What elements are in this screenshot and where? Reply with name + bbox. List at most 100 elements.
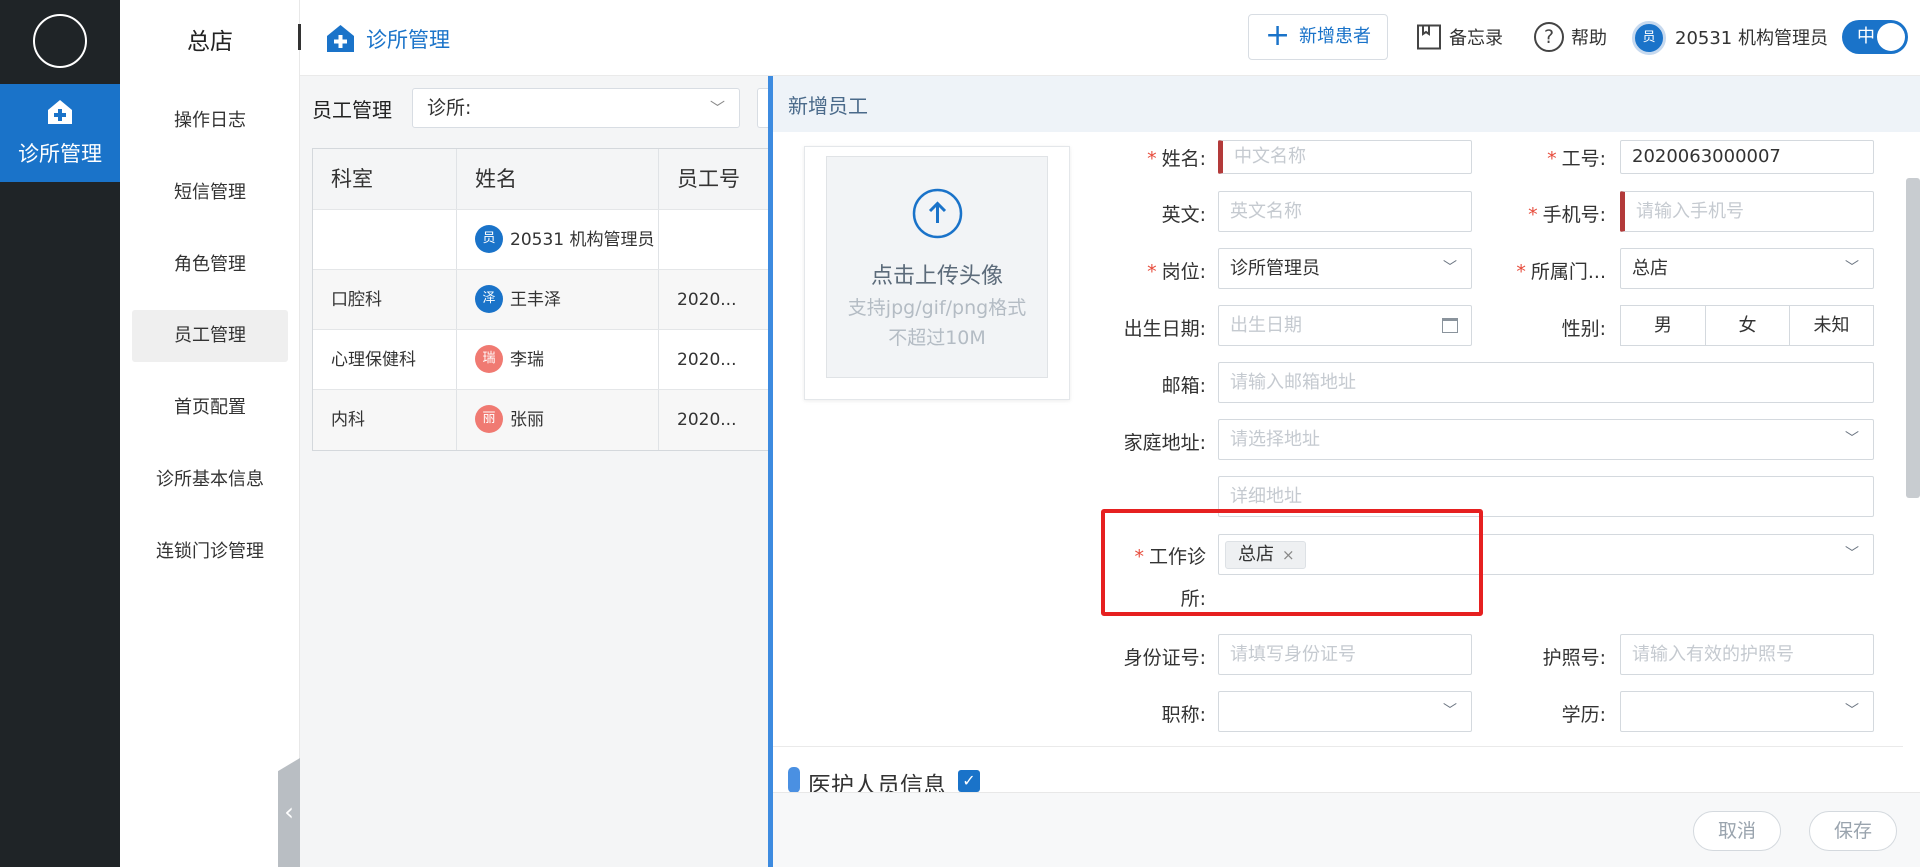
current-user[interactable]: 20531 机构管理员 — [1675, 24, 1828, 50]
email-input[interactable]: 请输入邮箱地址 — [1218, 362, 1874, 403]
name-input[interactable]: 中文名称 — [1218, 140, 1472, 174]
upload-hint-format: 支持jpg/gif/png格式 — [847, 297, 1027, 319]
collapse-sidebar-handle[interactable]: ‹ — [278, 758, 300, 867]
job-title-select[interactable]: ﹀ — [1218, 691, 1472, 732]
rail-item-label: 诊所管理 — [18, 142, 102, 166]
clinic-filter-select[interactable]: 诊所: ﹀ — [412, 88, 740, 128]
chevron-down-icon: ﹀ — [1845, 431, 1859, 447]
name-label: * 姓名: — [1147, 148, 1206, 170]
sidebar-item-home-config[interactable]: 首页配置 — [132, 382, 288, 434]
store-label: * 所属门... — [1516, 261, 1606, 283]
address-select[interactable]: 请选择地址 ﹀ — [1218, 419, 1874, 460]
avatar: 员 — [475, 224, 503, 253]
app-logo[interactable] — [33, 14, 87, 68]
staff-name: 李瑞 — [510, 350, 544, 370]
education-label: 学历: — [1561, 704, 1606, 726]
chevron-down-icon: ﹀ — [1845, 546, 1859, 562]
birth-placeholder: 出生日期 — [1230, 315, 1302, 336]
id-card-input[interactable]: 请填写身份证号 — [1218, 634, 1472, 675]
section-divider — [773, 746, 1903, 747]
sidebar-item-sms[interactable]: 短信管理 — [132, 167, 288, 219]
clinic-house-icon — [327, 25, 354, 52]
id-card-label: 身份证号: — [1123, 647, 1206, 669]
sidebar-item-roles[interactable]: 角色管理 — [132, 239, 288, 291]
new-patient-button[interactable]: + 新增患者 — [1248, 14, 1388, 60]
drawer-header — [773, 76, 1920, 132]
help-icon[interactable]: ? — [1534, 22, 1564, 52]
phone-input[interactable]: 请输入手机号 — [1620, 191, 1874, 232]
sidebar-item-chain-clinics[interactable]: 连锁门诊管理 — [132, 526, 288, 578]
english-placeholder: 英文名称 — [1230, 201, 1302, 222]
upload-arrow-icon — [912, 188, 963, 239]
table-header-row: 科室 姓名 员工号 — [313, 149, 769, 210]
sidebar-item-clinic-info[interactable]: 诊所基本信息 — [132, 454, 288, 506]
breadcrumb[interactable]: 诊所管理 — [366, 24, 450, 54]
employee-no-input[interactable]: 2020063000007 — [1620, 140, 1874, 174]
toggle-knob — [1877, 23, 1905, 51]
memo-icon[interactable] — [1416, 24, 1442, 50]
calendar-icon — [1442, 318, 1458, 333]
cell-name: 瑞李瑞 — [457, 330, 659, 389]
cancel-button[interactable]: 取消 — [1693, 811, 1781, 851]
position-label: * 岗位: — [1147, 261, 1206, 283]
highlight-box — [1101, 509, 1483, 616]
address-placeholder: 请选择地址 — [1230, 429, 1320, 450]
id-card-placeholder: 请填写身份证号 — [1230, 644, 1356, 665]
education-select[interactable]: ﹀ — [1620, 691, 1874, 732]
chevron-down-icon: ﹀ — [1443, 260, 1457, 276]
table-row[interactable]: 内科 丽张丽 2020... — [313, 390, 769, 450]
employee-no-value: 2020063000007 — [1632, 146, 1781, 167]
column-header-dept[interactable]: 科室 — [313, 149, 457, 209]
cell-dept: 内科 — [313, 390, 457, 450]
cell-name: 员 20531 机构管理员 — [457, 210, 659, 269]
save-button[interactable]: 保存 — [1809, 811, 1897, 851]
staff-table: 科室 姓名 员工号 员 20531 机构管理员 口腔科 泽王丰泽 2020... … — [312, 148, 770, 451]
passport-input[interactable]: 请输入有效的护照号 — [1620, 634, 1874, 675]
sidebar-item-operation-log[interactable]: 操作日志 — [132, 95, 288, 147]
new-patient-label: 新增患者 — [1299, 26, 1371, 47]
cell-id — [659, 210, 771, 269]
cell-dept — [313, 210, 457, 269]
position-select[interactable]: 诊所管理员 ﹀ — [1218, 248, 1472, 289]
address-detail-placeholder: 详细地址 — [1230, 486, 1302, 507]
avatar[interactable]: 员 — [1632, 21, 1666, 55]
table-row[interactable]: 心理保健科 瑞李瑞 2020... — [313, 330, 769, 390]
upload-hint: 支持jpg/gif/png格式 不超过10M — [826, 293, 1048, 353]
avatar: 泽 — [475, 284, 503, 313]
language-toggle[interactable]: 中 — [1842, 20, 1908, 54]
english-name-input[interactable]: 英文名称 — [1218, 191, 1472, 232]
table-row[interactable]: 口腔科 泽王丰泽 2020... — [313, 270, 769, 330]
chevron-left-icon: ‹ — [284, 798, 294, 826]
job-title-label: 职称: — [1161, 704, 1206, 726]
medical-section-checkbox[interactable]: ✓ — [958, 770, 980, 792]
chevron-down-icon: ﹀ — [1443, 703, 1457, 719]
address-label: 家庭地址: — [1123, 432, 1206, 454]
table-row[interactable]: 员 20531 机构管理员 — [313, 210, 769, 270]
sidebar-item-staff[interactable]: 员工管理 — [132, 310, 288, 362]
chevron-down-icon: ﹀ — [1845, 260, 1859, 276]
chevron-down-icon: ﹀ — [709, 99, 725, 117]
gender-option-male[interactable]: 男 — [1620, 305, 1706, 346]
birth-date-input[interactable]: 出生日期 — [1218, 305, 1472, 346]
drawer-scrollbar[interactable] — [1906, 178, 1920, 498]
gender-option-unknown[interactable]: 未知 — [1789, 305, 1874, 346]
gender-option-female[interactable]: 女 — [1705, 305, 1790, 346]
passport-label: 护照号: — [1542, 647, 1606, 669]
avatar: 丽 — [475, 404, 503, 433]
rail-item-clinic-management[interactable]: 诊所管理 — [0, 84, 120, 182]
birth-date-label: 出生日期: — [1123, 318, 1206, 340]
cell-id: 2020... — [677, 410, 737, 430]
position-value: 诊所管理员 — [1230, 258, 1320, 279]
cell-dept: 口腔科 — [313, 270, 457, 329]
page-title: 员工管理 — [312, 98, 392, 122]
cell-dept: 心理保健科 — [313, 330, 457, 389]
memo-link[interactable]: 备忘录 — [1449, 24, 1503, 50]
staff-name: 20531 机构管理员 — [510, 230, 655, 250]
help-link[interactable]: 帮助 — [1571, 24, 1607, 50]
cell-id: 2020... — [677, 290, 737, 310]
store-select[interactable]: 总店 ﹀ — [1620, 248, 1874, 289]
section-marker — [788, 767, 800, 793]
column-header-id[interactable]: 员工号 — [659, 149, 771, 209]
upload-hint-size: 不超过10M — [888, 327, 986, 349]
column-header-name[interactable]: 姓名 — [457, 149, 659, 209]
